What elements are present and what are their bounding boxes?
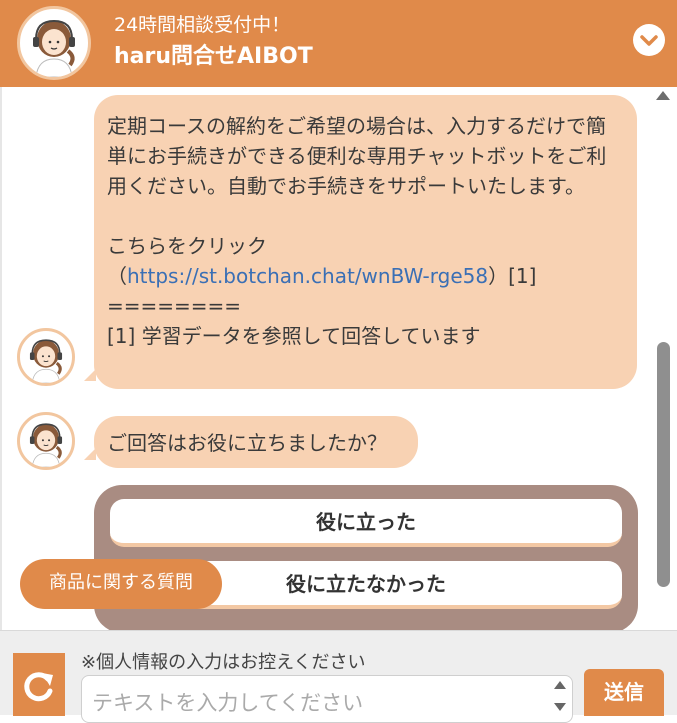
link-bracket-open: （ — [107, 264, 127, 288]
message-spacer — [107, 201, 623, 231]
bubble-tail — [84, 448, 96, 460]
divider — [0, 87, 2, 630]
message-input[interactable] — [81, 675, 573, 723]
scroll-up-arrow-icon[interactable] — [656, 91, 670, 100]
chevron-down-icon — [640, 35, 658, 46]
collapse-button[interactable] — [633, 24, 665, 56]
message-text: ご回答はお役に立ちましたか？ — [107, 431, 387, 455]
help-link[interactable]: https://st.botchan.chat/wnBW-rge58 — [127, 264, 488, 288]
chat-header: 24時間相談受付中！ haru問合せAIBOT — [0, 0, 677, 87]
product-question-button[interactable]: 商品に関する質問 — [20, 559, 222, 609]
bot-avatar — [17, 412, 75, 470]
bubble-tail — [84, 369, 96, 381]
operator-avatar-icon — [29, 423, 63, 467]
scrollbar-thumb[interactable] — [657, 342, 670, 587]
chat-log[interactable]: 定期コースの解約をご希望の場合は、入力するだけで簡単にお手続きができる便利な専用… — [0, 87, 677, 630]
input-scroll-down-icon[interactable] — [554, 703, 566, 711]
message-separator: ======== — [107, 294, 242, 318]
header-title: haru問合せAIBOT — [114, 44, 313, 69]
refresh-button[interactable] — [13, 653, 65, 716]
message-text: こちらをクリック — [107, 234, 267, 258]
header-subtitle: 24時間相談受付中！ — [114, 14, 291, 36]
refresh-icon — [24, 672, 53, 702]
bot-message-bubble: ご回答はお役に立ちましたか？ — [94, 416, 418, 468]
operator-avatar-icon — [29, 339, 63, 383]
input-area: ※個人情報の入力はお控えください 送信 — [0, 630, 677, 723]
link-bracket-close: ）[1] — [488, 264, 537, 288]
message-footnote: [1] 学習データを参照して回答しています — [107, 324, 481, 348]
bot-message-bubble: 定期コースの解約をご希望の場合は、入力するだけで簡単にお手続きができる便利な専用… — [94, 95, 637, 389]
privacy-notice: ※個人情報の入力はお控えください — [81, 652, 366, 673]
message-text: 定期コースの解約をご希望の場合は、入力するだけで簡単にお手続きができる便利な専用… — [107, 114, 607, 198]
message-link-line: （https://st.botchan.chat/wnBW-rge58）[1] — [107, 261, 623, 291]
bot-avatar — [17, 6, 91, 80]
helpful-button[interactable]: 役に立った — [110, 499, 622, 547]
operator-avatar-icon — [33, 19, 75, 77]
send-button[interactable]: 送信 — [584, 669, 664, 716]
bot-avatar — [17, 328, 75, 386]
input-scroll-up-icon[interactable] — [554, 681, 566, 689]
